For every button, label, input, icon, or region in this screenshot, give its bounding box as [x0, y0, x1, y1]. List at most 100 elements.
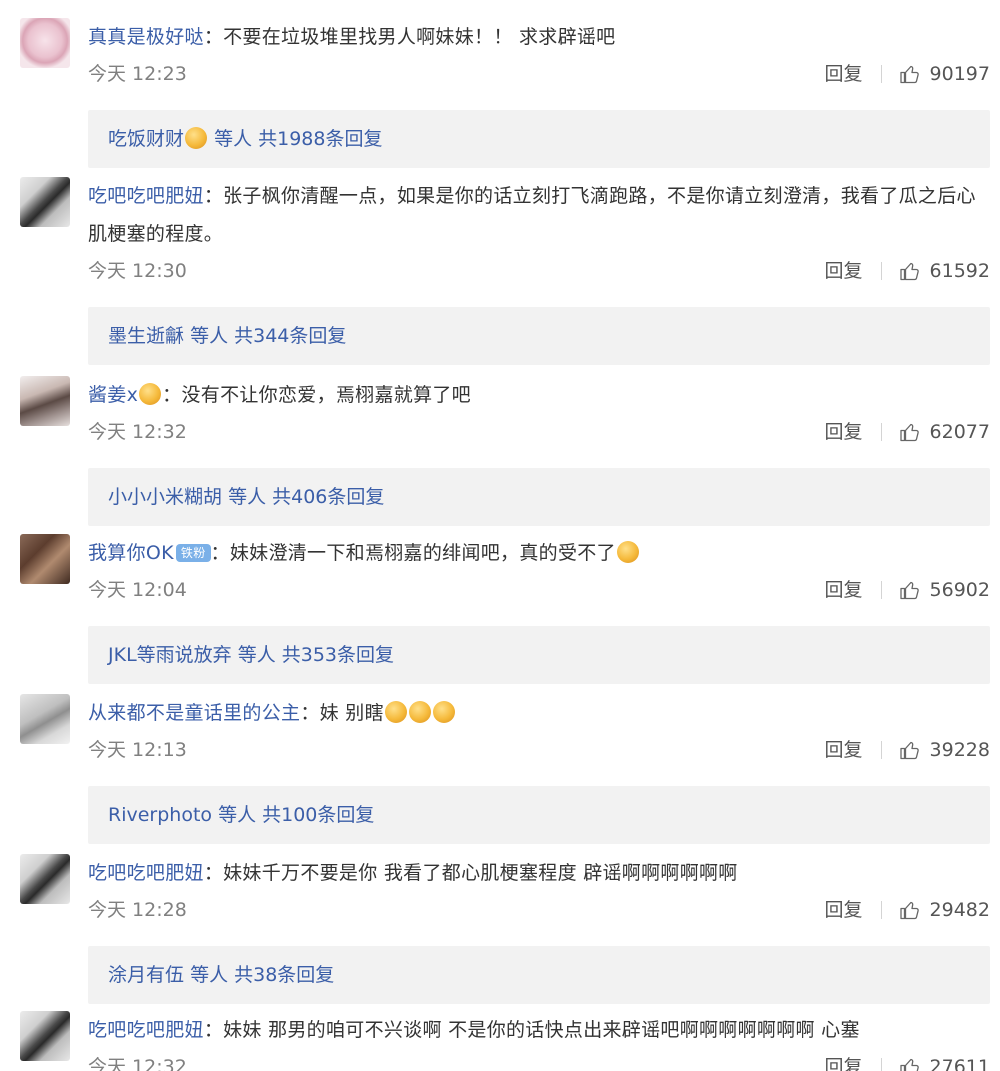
avatar[interactable]	[20, 1011, 70, 1061]
like-button[interactable]: 90197	[898, 58, 990, 90]
comment-username[interactable]: 吃吧吃吧肥妞	[88, 1019, 204, 1041]
comment-colon: ：	[203, 185, 224, 207]
comment-colon: ：	[203, 1019, 224, 1041]
reply-summary-user[interactable]: 涂月有伍	[108, 964, 184, 986]
reply-button[interactable]: 回复	[825, 1051, 863, 1071]
reply-summary[interactable]: 小小小米糊胡 等人 共406条回复	[88, 468, 990, 526]
reply-summary-user[interactable]: 吃饭财财	[108, 128, 184, 150]
comment-meta: 今天 12:13 回复 39228	[88, 734, 990, 766]
reply-summary[interactable]: 涂月有伍 等人 共38条回复	[88, 946, 990, 1004]
comment-timestamp: 今天 12:23	[88, 63, 187, 85]
comment-text: 吃吧吃吧肥妞：妹妹千万不要是你 我看了都心肌梗塞程度 辟谣啊啊啊啊啊啊	[88, 854, 986, 892]
reply-summary[interactable]: 吃饭财财 等人 共1988条回复	[88, 110, 990, 168]
like-button[interactable]: 61592	[898, 255, 990, 287]
comment-colon: ：	[203, 26, 224, 48]
trailing-emojis	[616, 541, 640, 564]
comment-timestamp: 今天 12:28	[88, 899, 187, 921]
avatar[interactable]	[20, 18, 70, 68]
comment-username[interactable]: 我算你OK	[88, 542, 174, 564]
comment-text: 吃吧吃吧肥妞：妹妹 那男的咱可不兴谈啊 不是你的话快点出来辟谣吧啊啊啊啊啊啊啊 …	[88, 1011, 986, 1049]
reply-button[interactable]: 回复	[825, 734, 863, 766]
like-button[interactable]: 62077	[898, 416, 990, 448]
avatar[interactable]	[20, 694, 70, 744]
reply-summary-count: 等人 共344条回复	[190, 325, 347, 347]
reply-button[interactable]: 回复	[825, 416, 863, 448]
like-button[interactable]: 29482	[898, 894, 990, 926]
fan-badge: 铁粉	[175, 544, 211, 562]
comment-timestamp: 今天 12:04	[88, 579, 187, 601]
avatar[interactable]	[20, 177, 70, 227]
comment-text: 酱姜x ：没有不让你恋爱，焉栩嘉就算了吧	[88, 376, 986, 414]
comment-meta: 今天 12:32 回复 62077	[88, 416, 990, 448]
thumbs-up-icon	[899, 901, 919, 920]
emoji-icon	[432, 701, 455, 723]
like-button[interactable]: 27611	[898, 1051, 990, 1071]
like-button[interactable]: 39228	[898, 734, 990, 766]
reply-button[interactable]: 回复	[825, 574, 863, 606]
like-count: 27611	[929, 1056, 990, 1071]
comment-meta: 今天 12:30 回复 61592	[88, 255, 990, 287]
reply-button[interactable]: 回复	[825, 58, 863, 90]
action-divider	[880, 423, 882, 441]
thumbs-up-icon	[899, 262, 919, 281]
comment-text: 我算你OK 铁粉 ：妹妹澄清一下和焉栩嘉的绯闻吧，真的受不了	[88, 534, 986, 572]
reply-summary-user[interactable]: Riverphoto	[108, 804, 212, 826]
comment-timestamp: 今天 12:32	[88, 421, 187, 443]
comment-colon: ：	[162, 384, 182, 406]
reply-summary-user[interactable]: 小小小米糊胡	[108, 486, 222, 508]
comment-content: 妹妹 那男的咱可不兴谈啊 不是你的话快点出来辟谣吧啊啊啊啊啊啊啊 心塞	[223, 1019, 860, 1041]
reply-summary-count: 等人 共100条回复	[218, 804, 375, 826]
comment-meta: 今天 12:04 回复 56902	[88, 574, 990, 606]
comment-timestamp: 今天 12:13	[88, 739, 187, 761]
comment-timestamp: 今天 12:30	[88, 260, 187, 282]
like-button[interactable]: 56902	[898, 574, 990, 606]
comment-content: 妹妹千万不要是你 我看了都心肌梗塞程度 辟谣啊啊啊啊啊啊	[223, 862, 738, 884]
comment-content: 妹妹澄清一下和焉栩嘉的绯闻吧，真的受不了	[229, 542, 616, 564]
avatar[interactable]	[20, 854, 70, 904]
comment-text: 从来都不是童话里的公主：妹 别瞎	[88, 694, 986, 732]
thumbs-up-icon	[899, 65, 919, 84]
reply-summary[interactable]: 墨生逝龢 等人 共344条回复	[88, 307, 990, 365]
like-count: 62077	[929, 421, 990, 443]
comment-username[interactable]: 酱姜x	[88, 384, 138, 406]
like-count: 90197	[929, 63, 990, 85]
reply-summary[interactable]: Riverphoto 等人 共100条回复	[88, 786, 990, 844]
comment-content: 没有不让你恋爱，焉栩嘉就算了吧	[181, 384, 471, 406]
comment-meta: 今天 12:32 回复 27611	[88, 1051, 990, 1071]
reply-summary-user[interactable]: 墨生逝龢	[108, 325, 184, 347]
thumbs-up-icon	[899, 1058, 919, 1071]
emoji-icon	[139, 383, 162, 405]
comment-meta: 今天 12:28 回复 29482	[88, 894, 990, 926]
reply-button[interactable]: 回复	[825, 894, 863, 926]
emoji-icon	[408, 701, 431, 723]
comment-text: 真真是极好哒：不要在垃圾堆里找男人啊妹妹！！ 求求辟谣吧	[88, 18, 986, 56]
emoji-icon	[616, 541, 639, 563]
reply-summary-user[interactable]: JKL等雨说放弃	[108, 644, 232, 666]
comment-username[interactable]: 真真是极好哒	[88, 26, 204, 48]
comment-actions: 回复 29482	[825, 894, 990, 926]
comment-username[interactable]: 吃吧吃吧肥妞	[88, 862, 204, 884]
reply-summary-count: 等人 共406条回复	[228, 486, 385, 508]
comment-actions: 回复 61592	[825, 255, 990, 287]
comment-colon: ：	[210, 542, 230, 564]
reply-summary[interactable]: JKL等雨说放弃 等人 共353条回复	[88, 626, 990, 684]
comment-feed: 真真是极好哒：不要在垃圾堆里找男人啊妹妹！！ 求求辟谣吧 今天 12:23 回复…	[0, 0, 1000, 1071]
avatar[interactable]	[20, 376, 70, 426]
comment-username[interactable]: 从来都不是童话里的公主	[88, 702, 300, 724]
thumbs-up-icon	[899, 581, 919, 600]
comment-meta: 今天 12:23 回复 90197	[88, 58, 990, 90]
comment-actions: 回复 90197	[825, 58, 990, 90]
trailing-emojis	[384, 701, 456, 724]
reply-summary-count: 等人 共353条回复	[237, 644, 395, 666]
reply-summary-count: 等人 共38条回复	[190, 964, 335, 986]
reply-button[interactable]: 回复	[825, 255, 863, 287]
action-divider	[880, 741, 882, 759]
comment-username[interactable]: 吃吧吃吧肥妞	[88, 185, 204, 207]
like-count: 29482	[929, 899, 990, 921]
avatar[interactable]	[20, 534, 70, 584]
action-divider	[880, 65, 882, 83]
comment-colon: ：	[300, 702, 320, 724]
comment-timestamp: 今天 12:32	[88, 1056, 187, 1071]
action-divider	[880, 581, 882, 599]
emoji-icon	[185, 127, 208, 149]
